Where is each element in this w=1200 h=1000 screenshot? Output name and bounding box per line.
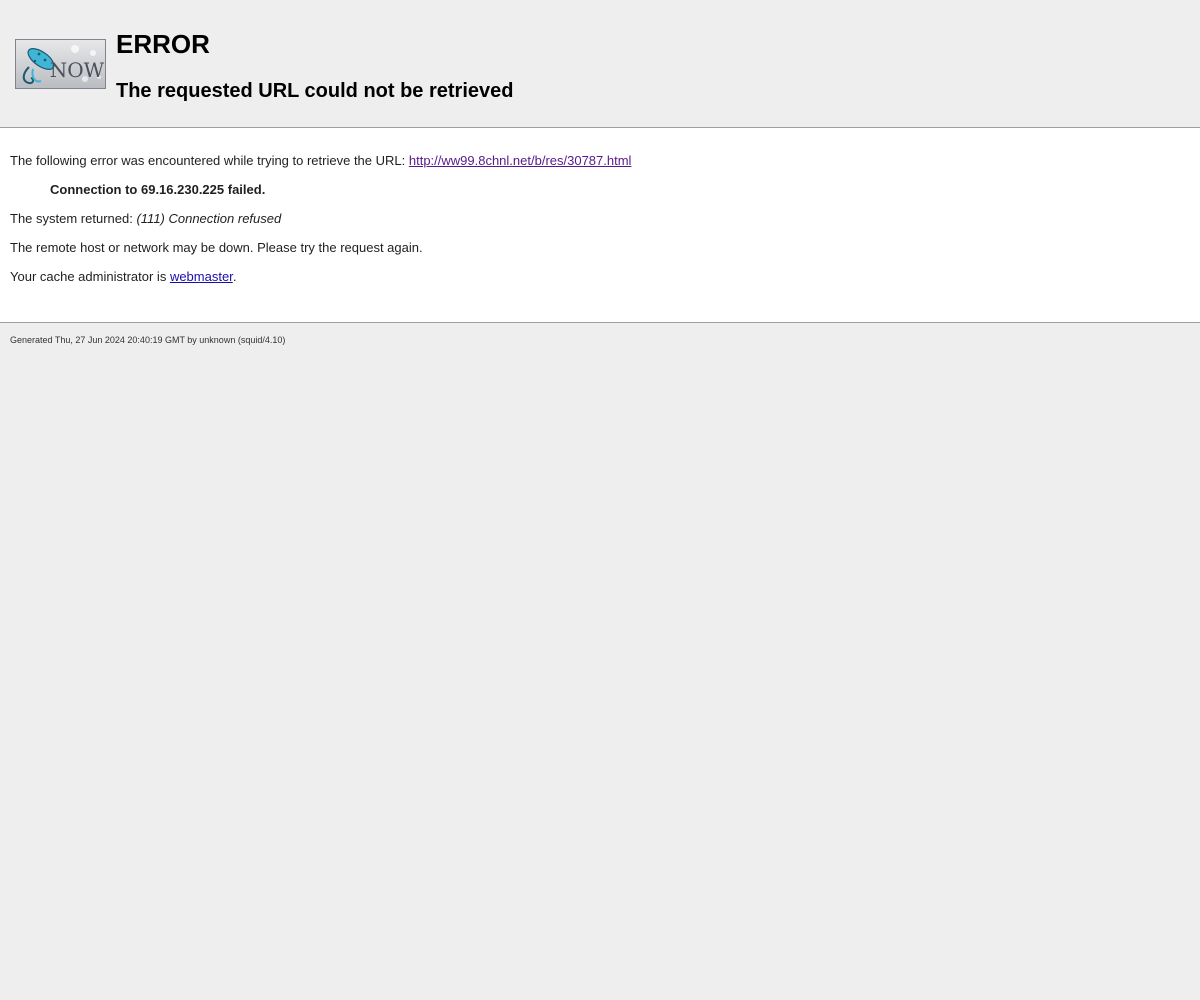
error-url-prefix: The following error was encountered whil… [10,153,409,168]
page-footer: Generated Thu, 27 Jun 2024 20:40:19 GMT … [0,323,1200,363]
error-header: NOW ERROR The requested URL could not be… [0,0,1200,128]
error-content: The following error was encountered whil… [0,128,1200,323]
logo-text: NOW [50,58,105,82]
page-title: ERROR [116,29,210,59]
system-error-text: (111) Connection refused [136,211,282,226]
system-returned-prefix: The system returned: [10,211,137,226]
requested-url-link[interactable]: http://ww99.8chnl.net/b/res/30787.html [409,153,632,168]
error-url-line: The following error was encountered whil… [10,152,631,170]
system-returned-line: The system returned: (111) Connection re… [10,210,281,228]
cache-admin-suffix: . [232,269,237,284]
generated-footer-text: Generated Thu, 27 Jun 2024 20:40:19 GMT … [10,335,286,345]
cache-admin-prefix: Your cache administrator is [10,269,170,284]
connection-failed-message: Connection to 69.16.230.225 failed. [50,182,266,197]
cache-admin-line: Your cache administrator is webmaster. [10,268,236,286]
remote-down-message: The remote host or network may be down. … [10,240,423,255]
squid-logo-icon: NOW [15,39,106,89]
squid-now-logo: NOW [15,39,106,89]
webmaster-link[interactable]: webmaster [170,269,233,284]
page-subtitle: The requested URL could not be retrieved [116,80,514,102]
